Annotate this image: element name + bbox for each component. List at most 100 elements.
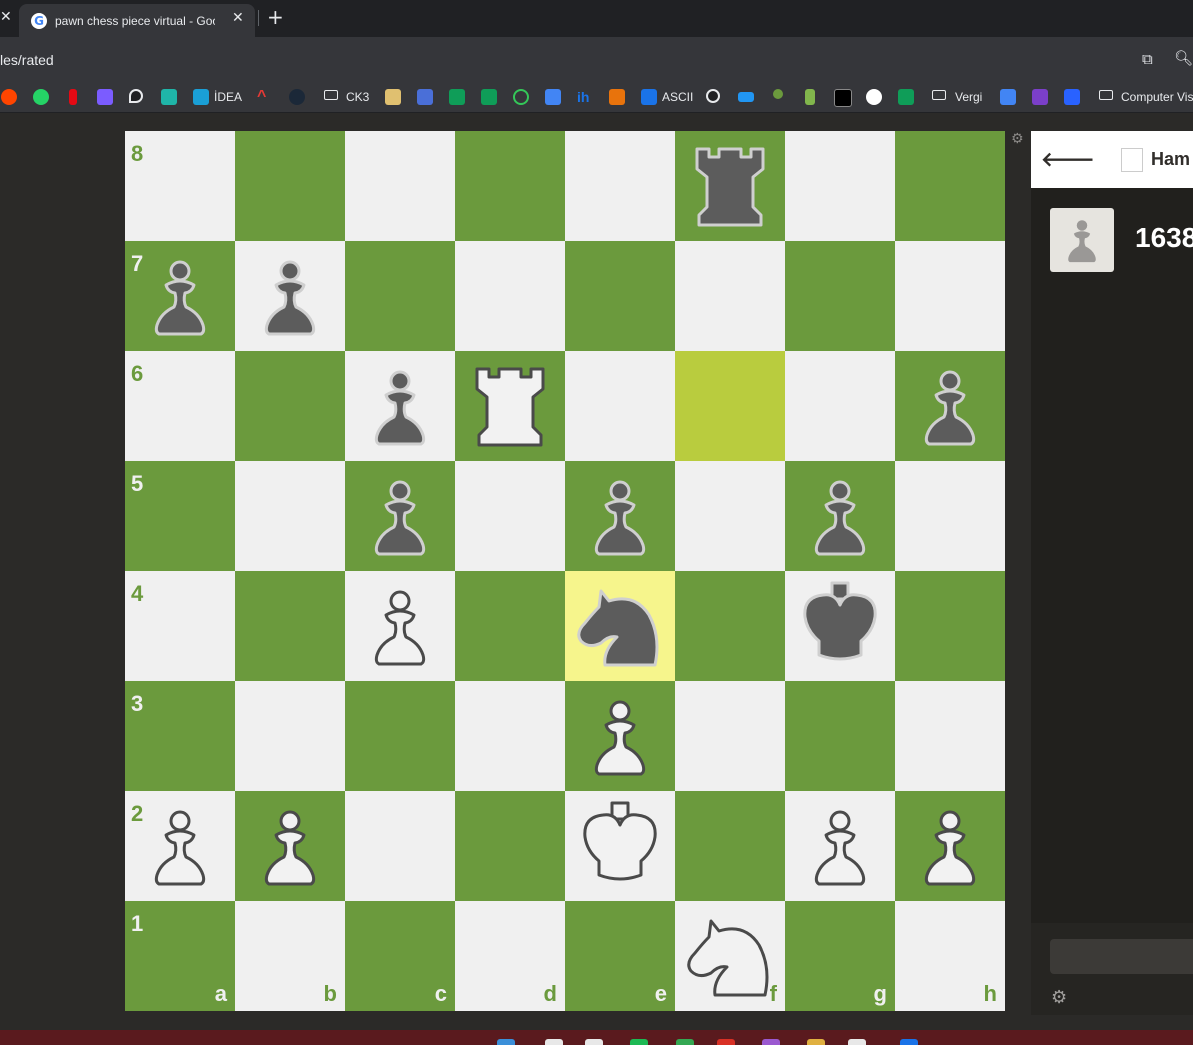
forms-icon[interactable] (1064, 89, 1080, 105)
square-b8[interactable] (235, 131, 345, 241)
close-icon[interactable]: ✕ (0, 9, 12, 25)
square-f3[interactable] (675, 681, 785, 791)
square-f1[interactable]: f (675, 901, 785, 1011)
square-a5[interactable]: 5 (125, 461, 235, 571)
square-h3[interactable] (895, 681, 1005, 791)
chevron-up-icon[interactable]: ^ (257, 89, 273, 105)
square-c8[interactable] (345, 131, 455, 241)
taskbar-app-icon[interactable] (545, 1039, 563, 1045)
chess-pawn-icon[interactable] (805, 89, 815, 105)
white-pawn-icon[interactable] (895, 791, 1005, 901)
board-settings-icon[interactable]: ⚙ (1011, 131, 1024, 147)
ih-icon[interactable]: ih (577, 89, 593, 105)
taskbar-app-icon[interactable] (762, 1039, 780, 1045)
white-pawn-icon[interactable] (785, 791, 895, 901)
translate-icon[interactable] (545, 89, 561, 105)
square-d6[interactable] (455, 351, 565, 461)
app-icon[interactable] (834, 89, 852, 107)
square-f8[interactable] (675, 131, 785, 241)
app-icon[interactable] (385, 89, 401, 105)
white-rook-icon[interactable] (455, 351, 565, 461)
square-c4[interactable] (345, 571, 455, 681)
square-d8[interactable] (455, 131, 565, 241)
square-c2[interactable] (345, 791, 455, 901)
black-pawn-icon[interactable] (895, 351, 1005, 461)
taskbar-app-icon[interactable] (807, 1039, 825, 1045)
speedometer-icon[interactable] (706, 89, 720, 103)
square-f7[interactable] (675, 241, 785, 351)
settings-gear-icon[interactable]: ⚙ (1051, 987, 1067, 1008)
square-a4[interactable]: 4 (125, 571, 235, 681)
taskbar-app-icon[interactable] (676, 1039, 694, 1045)
white-pawn-icon[interactable] (235, 791, 345, 901)
bookmark-computer-vision[interactable]: Computer Vis (1121, 90, 1193, 104)
player-name[interactable]: Ham (1151, 149, 1190, 170)
square-g1[interactable]: g (785, 901, 895, 1011)
browser-tab[interactable]: G pawn chess piece virtual - Goog ✕ (19, 4, 255, 37)
square-d2[interactable] (455, 791, 565, 901)
square-h1[interactable]: h (895, 901, 1005, 1011)
steam-icon[interactable] (289, 89, 305, 105)
bolt-icon[interactable] (97, 89, 113, 105)
crown-icon[interactable] (738, 92, 754, 102)
start-icon[interactable] (497, 1039, 515, 1045)
bookmark-ascii[interactable]: ASCII (662, 90, 693, 104)
play-icon[interactable] (641, 89, 657, 105)
square-g3[interactable] (785, 681, 895, 791)
square-d3[interactable] (455, 681, 565, 791)
square-b2[interactable] (235, 791, 345, 901)
map-pin-icon[interactable] (129, 89, 143, 103)
square-a6[interactable]: 6 (125, 351, 235, 461)
square-d5[interactable] (455, 461, 565, 571)
square-f2[interactable] (675, 791, 785, 901)
bookmark-idea[interactable]: İDEA (214, 90, 242, 104)
sheets-icon[interactable] (481, 89, 497, 105)
white-knight-icon[interactable] (675, 901, 785, 1011)
square-h6[interactable] (895, 351, 1005, 461)
square-a3[interactable]: 3 (125, 681, 235, 791)
zoom-icon[interactable]: 🔍︎ (1174, 49, 1193, 67)
square-g5[interactable] (785, 461, 895, 571)
square-b7[interactable] (235, 241, 345, 351)
square-f4[interactable] (675, 571, 785, 681)
square-c1[interactable]: c (345, 901, 455, 1011)
square-g8[interactable] (785, 131, 895, 241)
white-pawn-icon[interactable] (565, 681, 675, 791)
openai-icon[interactable] (866, 89, 882, 105)
taskbar-app-icon[interactable] (900, 1039, 918, 1045)
square-d7[interactable] (455, 241, 565, 351)
taskbar-app-icon[interactable] (848, 1039, 866, 1045)
square-b1[interactable]: b (235, 901, 345, 1011)
square-a7[interactable]: 7 (125, 241, 235, 351)
square-e8[interactable] (565, 131, 675, 241)
square-a1[interactable]: 1a (125, 901, 235, 1011)
white-pawn-icon[interactable] (125, 791, 235, 901)
taskbar-app-icon[interactable] (585, 1039, 603, 1045)
pawn-icon[interactable] (773, 89, 783, 99)
square-c7[interactable] (345, 241, 455, 351)
square-c5[interactable] (345, 461, 455, 571)
install-app-icon[interactable]: ⧉ (1142, 50, 1153, 68)
square-b4[interactable] (235, 571, 345, 681)
hb-icon[interactable] (609, 89, 625, 105)
bookmark-vergi[interactable]: Vergi (955, 90, 982, 104)
black-pawn-icon[interactable] (345, 351, 455, 461)
black-king-icon[interactable] (785, 571, 895, 681)
square-e5[interactable] (565, 461, 675, 571)
square-h4[interactable] (895, 571, 1005, 681)
power-icon[interactable] (513, 89, 529, 105)
square-g6[interactable] (785, 351, 895, 461)
square-g7[interactable] (785, 241, 895, 351)
square-e2[interactable] (565, 791, 675, 901)
whatsapp-icon[interactable] (33, 89, 49, 105)
app-icon[interactable] (161, 89, 177, 105)
app-icon[interactable] (1032, 89, 1048, 105)
back-arrow-icon[interactable]: 🡐 (1041, 147, 1095, 171)
url-field[interactable]: les/rated (0, 52, 54, 68)
square-d4[interactable] (455, 571, 565, 681)
taskbar-app-icon[interactable] (630, 1039, 648, 1045)
black-pawn-icon[interactable] (785, 461, 895, 571)
square-h8[interactable] (895, 131, 1005, 241)
square-e6[interactable] (565, 351, 675, 461)
bookmark-ck3[interactable]: CK3 (346, 90, 369, 104)
